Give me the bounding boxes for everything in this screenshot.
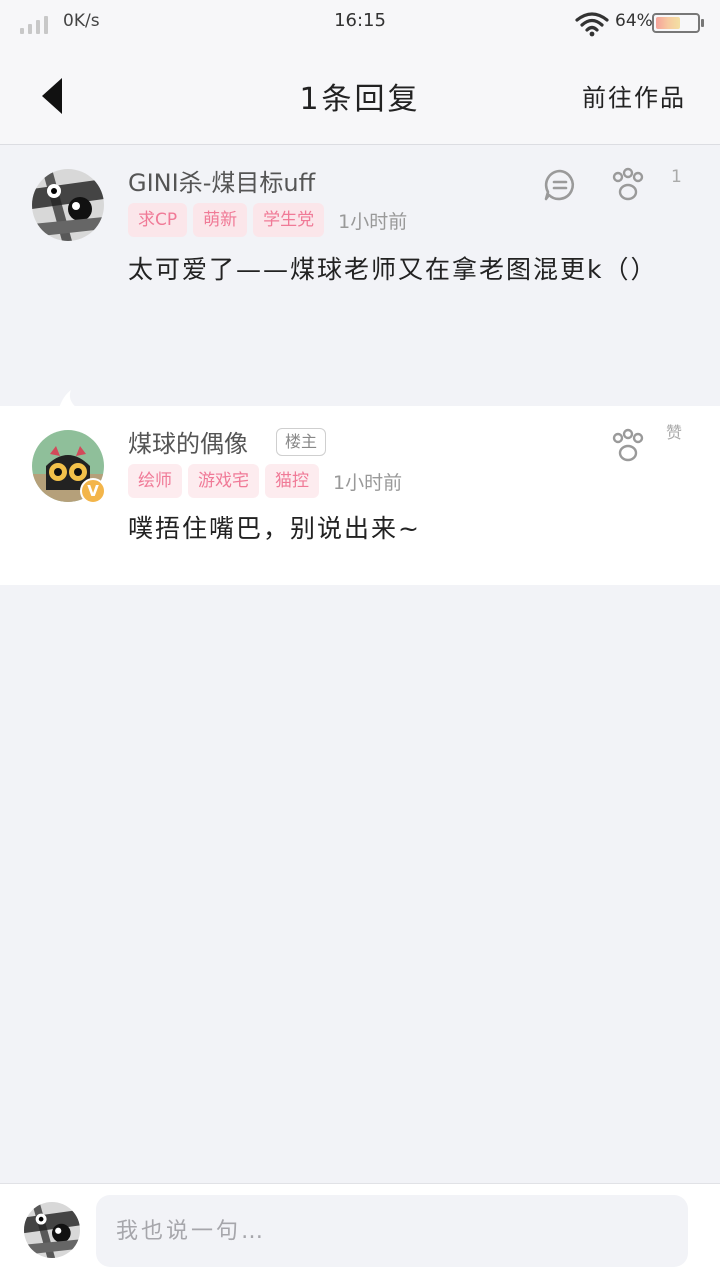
my-avatar-image: [24, 1202, 80, 1258]
battery-icon: [652, 13, 704, 33]
comment-input-bar: [0, 1183, 720, 1280]
reply-icon[interactable]: [542, 167, 578, 203]
paw-like-icon[interactable]: [610, 428, 646, 464]
comment-time: 1小时前: [333, 471, 403, 494]
reply-comment: V 煤球的偶像 楼主 绘师 游戏宅 猫控 1小时前 噗捂住嘴巴，别说出来~ 赞: [0, 406, 720, 585]
battery-level: [656, 17, 681, 29]
wifi-icon: [575, 12, 609, 37]
user-tag: 求CP: [128, 203, 188, 237]
status-bar: 0K/s 16:15 64%: [0, 0, 720, 44]
avatar[interactable]: [24, 1202, 80, 1258]
user-tag: 猫控: [265, 464, 319, 498]
verified-badge: V: [80, 478, 106, 504]
avatar[interactable]: [32, 169, 104, 241]
user-tags: 求CP 萌新 学生党 1小时前: [128, 203, 407, 237]
user-tag: 游戏宅: [188, 464, 259, 498]
user-tag: 萌新: [193, 203, 248, 237]
comment-content: 噗捂住嘴巴，别说出来~: [128, 514, 421, 543]
user-tag: 绘师: [128, 464, 182, 498]
user-avatar-image: [32, 169, 104, 241]
battery-percent: 64%: [615, 11, 653, 31]
clock: 16:15: [334, 10, 386, 31]
comment-content: 太可爱了——煤球老师又在拿老图混更k（）: [128, 255, 658, 284]
like-count: 1: [671, 167, 682, 187]
user-tags: 绘师 游戏宅 猫控 1小时前: [128, 464, 402, 498]
comment-username[interactable]: GINI杀-煤目标uff: [128, 163, 315, 198]
comment-input[interactable]: [96, 1195, 688, 1267]
top-navigation-bar: 1条回复 前往作品: [0, 44, 720, 145]
goto-work-button[interactable]: 前往作品: [582, 78, 686, 113]
paw-like-icon[interactable]: [610, 167, 646, 203]
user-tag: 学生党: [253, 203, 325, 237]
like-label: 赞: [666, 423, 683, 442]
comment-time: 1小时前: [338, 210, 408, 233]
comment-username[interactable]: 煤球的偶像: [128, 424, 248, 459]
owner-badge: 楼主: [276, 428, 327, 456]
parent-comment: GINI杀-煤目标uff 求CP 萌新 学生党 1小时前 太可爱了——煤球老师又…: [0, 145, 720, 405]
